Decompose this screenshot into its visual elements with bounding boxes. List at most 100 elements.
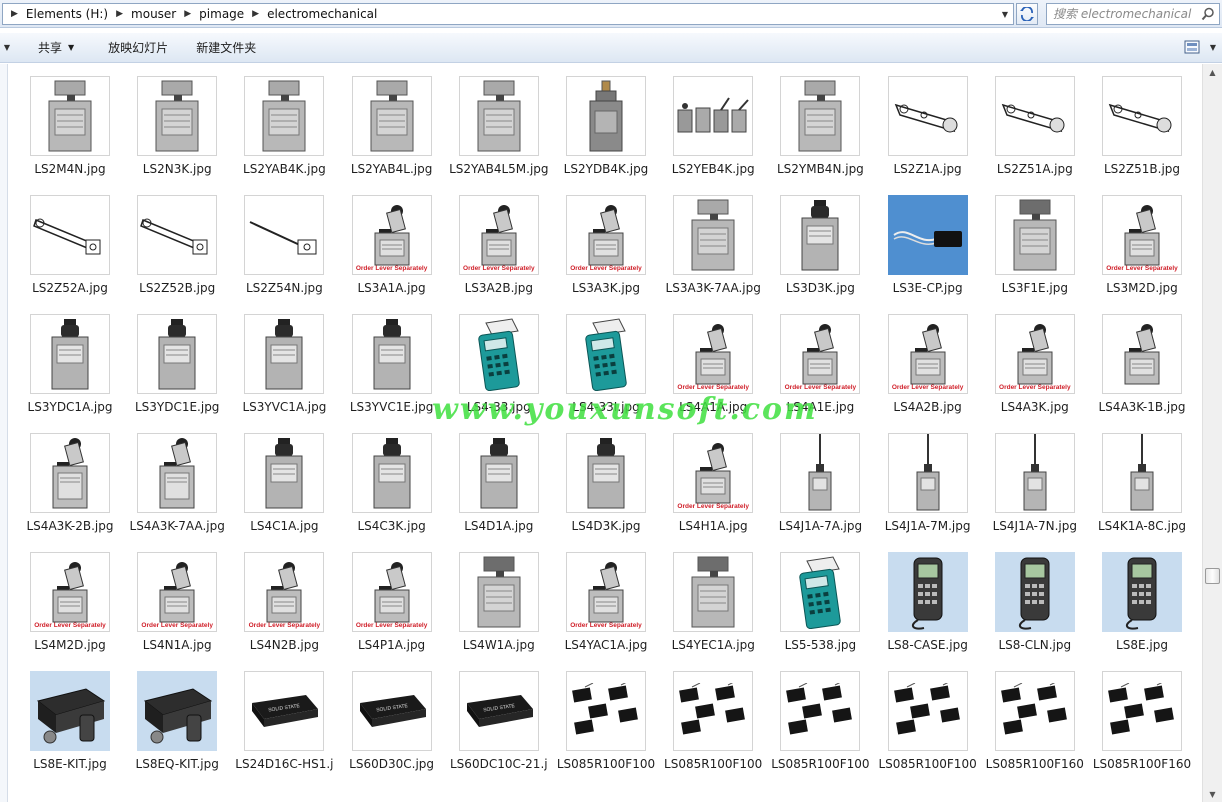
file-tile[interactable]: LS3YDC1E.jpg <box>125 302 229 415</box>
file-tile[interactable]: LS4J1A-7M.jpg <box>876 421 980 534</box>
file-thumbnail[interactable] <box>1101 302 1183 394</box>
file-thumbnail[interactable]: Order Lever Separately <box>351 183 433 275</box>
file-tile[interactable]: LS4C1A.jpg <box>232 421 336 534</box>
file-tile[interactable]: LS4D1A.jpg <box>447 421 551 534</box>
file-thumbnail[interactable]: SOLID STATE <box>351 659 433 751</box>
scroll-down-arrow-icon[interactable]: ▼ <box>1203 786 1222 802</box>
file-tile[interactable]: LS4J1A-7N.jpg <box>983 421 1087 534</box>
file-tile[interactable]: LS2YAB4L5M.jpg <box>447 64 551 177</box>
file-thumbnail[interactable] <box>351 302 433 394</box>
file-thumbnail[interactable] <box>351 64 433 156</box>
file-tile[interactable]: LS2Z54N.jpg <box>232 183 336 296</box>
file-list-view[interactable]: LS2M4N.jpg LS2N3K.jpg LS2YAB4K.jpg LS2YA… <box>8 64 1200 802</box>
search-icon[interactable] <box>1201 7 1215 21</box>
file-thumbnail[interactable] <box>779 540 861 632</box>
file-thumbnail[interactable] <box>887 659 969 751</box>
file-tile[interactable]: Order Lever Separately LS4N2B.jpg <box>232 540 336 653</box>
file-tile[interactable]: LS2Z52A.jpg <box>18 183 122 296</box>
breadcrumb-root-arrow-icon[interactable]: ▶ <box>7 9 22 19</box>
file-thumbnail[interactable] <box>136 659 218 751</box>
file-tile[interactable]: LS4K1A-8C.jpg <box>1090 421 1194 534</box>
file-thumbnail[interactable] <box>672 64 754 156</box>
file-tile[interactable]: LS8E-KIT.jpg <box>18 659 122 772</box>
file-tile[interactable]: LS2M4N.jpg <box>18 64 122 177</box>
file-tile[interactable]: LS085R100F160 <box>983 659 1087 772</box>
file-thumbnail[interactable]: Order Lever Separately <box>887 302 969 394</box>
file-tile[interactable]: LS8-CASE.jpg <box>876 540 980 653</box>
file-tile[interactable]: LS4A3K-2B.jpg <box>18 421 122 534</box>
search-box[interactable] <box>1046 3 1220 25</box>
breadcrumb-pimage[interactable]: pimage <box>195 4 248 24</box>
file-tile[interactable]: Order Lever Separately LS4A3K.jpg <box>983 302 1087 415</box>
file-thumbnail[interactable] <box>458 64 540 156</box>
breadcrumb-separator-icon[interactable]: ▶ <box>248 9 263 19</box>
file-tile[interactable]: LS085R100F100 <box>554 659 658 772</box>
file-tile[interactable]: LS4J1A-7A.jpg <box>768 421 872 534</box>
file-thumbnail[interactable] <box>672 183 754 275</box>
file-thumbnail[interactable] <box>994 64 1076 156</box>
file-thumbnail[interactable] <box>1101 659 1183 751</box>
file-tile[interactable]: SOLID STATE LS60D30C.jpg <box>340 659 444 772</box>
file-tile[interactable]: Order Lever Separately LS4YAC1A.jpg <box>554 540 658 653</box>
file-tile[interactable]: LS3E-CP.jpg <box>876 183 980 296</box>
file-tile[interactable]: LS2Z51B.jpg <box>1090 64 1194 177</box>
file-tile[interactable]: LS4A3K-7AA.jpg <box>125 421 229 534</box>
file-thumbnail[interactable] <box>779 183 861 275</box>
file-thumbnail[interactable] <box>29 421 111 513</box>
file-tile[interactable]: LS2YAB4L.jpg <box>340 64 444 177</box>
file-tile[interactable]: LS4A3K-1B.jpg <box>1090 302 1194 415</box>
file-thumbnail[interactable] <box>1101 421 1183 513</box>
change-view-icon[interactable] <box>1184 40 1200 54</box>
file-tile[interactable]: LS2YDB4K.jpg <box>554 64 658 177</box>
file-thumbnail[interactable] <box>994 659 1076 751</box>
file-thumbnail[interactable] <box>29 183 111 275</box>
share-button[interactable]: 共享 ▼ <box>14 33 86 62</box>
file-tile[interactable]: LS8-CLN.jpg <box>983 540 1087 653</box>
file-tile[interactable]: Order Lever Separately LS3M2D.jpg <box>1090 183 1194 296</box>
file-thumbnail[interactable]: SOLID STATE <box>243 659 325 751</box>
file-thumbnail[interactable]: Order Lever Separately <box>243 540 325 632</box>
file-thumbnail[interactable]: SOLID STATE <box>458 659 540 751</box>
file-tile[interactable]: LS2Z52B.jpg <box>125 183 229 296</box>
file-tile[interactable]: LS2Z1A.jpg <box>876 64 980 177</box>
breadcrumb-separator-icon[interactable]: ▶ <box>112 9 127 19</box>
file-tile[interactable]: Order Lever Separately LS4H1A.jpg <box>661 421 765 534</box>
file-tile[interactable]: Order Lever Separately LS3A2B.jpg <box>447 183 551 296</box>
file-thumbnail[interactable]: Order Lever Separately <box>29 540 111 632</box>
file-thumbnail[interactable] <box>458 540 540 632</box>
file-tile[interactable]: LS4YEC1A.jpg <box>661 540 765 653</box>
file-tile[interactable]: LS3YDC1A.jpg <box>18 302 122 415</box>
file-thumbnail[interactable]: Order Lever Separately <box>672 302 754 394</box>
breadcrumb-drive[interactable]: Elements (H:) <box>22 4 112 24</box>
file-tile[interactable]: LS4D3K.jpg <box>554 421 658 534</box>
file-tile[interactable]: SOLID STATE LS60DC10C-21.j <box>447 659 551 772</box>
refresh-button[interactable] <box>1016 3 1038 25</box>
file-thumbnail[interactable] <box>29 659 111 751</box>
file-thumbnail[interactable] <box>887 540 969 632</box>
file-tile[interactable]: LS8EQ-KIT.jpg <box>125 659 229 772</box>
file-thumbnail[interactable] <box>351 421 433 513</box>
file-thumbnail[interactable]: Order Lever Separately <box>1101 183 1183 275</box>
file-thumbnail[interactable]: Order Lever Separately <box>994 302 1076 394</box>
file-thumbnail[interactable] <box>565 659 647 751</box>
file-tile[interactable]: LS2Z51A.jpg <box>983 64 1087 177</box>
breadcrumb-electromechanical[interactable]: electromechanical <box>263 4 381 24</box>
file-tile[interactable]: LS2YEB4K.jpg <box>661 64 765 177</box>
file-tile[interactable]: Order Lever Separately LS4A1A.jpg <box>661 302 765 415</box>
file-thumbnail[interactable] <box>243 302 325 394</box>
file-tile[interactable]: LS4W1A.jpg <box>447 540 551 653</box>
file-thumbnail[interactable] <box>887 421 969 513</box>
file-thumbnail[interactable] <box>887 183 969 275</box>
file-thumbnail[interactable] <box>243 64 325 156</box>
file-thumbnail[interactable] <box>779 64 861 156</box>
file-thumbnail[interactable] <box>672 659 754 751</box>
address-history-dropdown-icon[interactable]: ▼ <box>997 4 1013 24</box>
file-tile[interactable]: LS085R100F160 <box>1090 659 1194 772</box>
scrollbar-thumb[interactable] <box>1205 568 1220 584</box>
file-thumbnail[interactable] <box>136 421 218 513</box>
file-tile[interactable]: Order Lever Separately LS4A2B.jpg <box>876 302 980 415</box>
file-thumbnail[interactable]: Order Lever Separately <box>565 183 647 275</box>
file-thumbnail[interactable] <box>887 64 969 156</box>
file-tile[interactable]: LS2YMB4N.jpg <box>768 64 872 177</box>
file-thumbnail[interactable] <box>243 421 325 513</box>
